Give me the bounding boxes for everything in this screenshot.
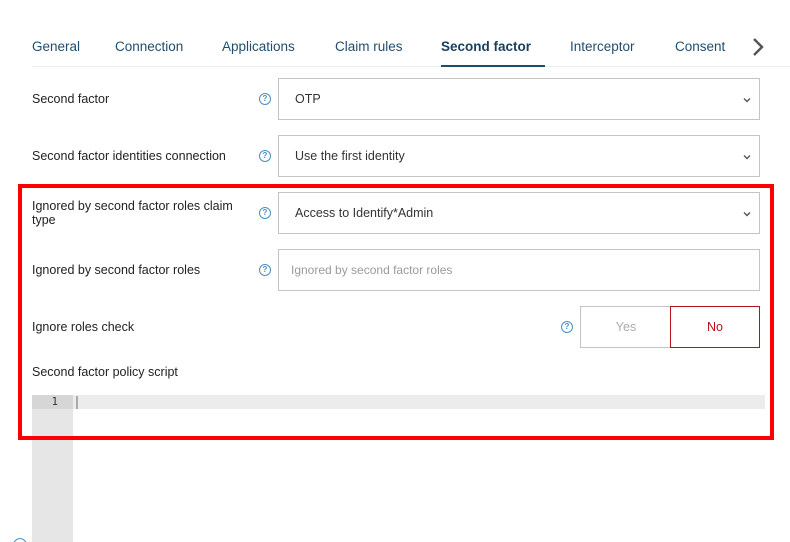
tab-connection[interactable]: Connection [115,39,183,54]
ignore-roles-check-toggle: Yes No [580,306,760,348]
tab-claim-rules[interactable]: Claim rules [335,39,403,54]
tab-second-factor[interactable]: Second factor [441,39,546,67]
line-number: 1 [51,396,58,408]
ignore-roles-check-label: Ignore roles check [32,320,135,334]
editor-active-line [73,395,765,409]
tab-bar: General Connection Applications Claim ru… [32,27,790,67]
policy-script-label: Second factor policy script [32,365,178,379]
no-option[interactable]: No [670,306,760,348]
tab-consent[interactable]: Consent [675,39,725,54]
second-factor-select[interactable]: OTP [278,78,760,120]
tab-applications[interactable]: Applications [222,39,295,54]
second-factor-label: Second factor [32,92,110,106]
identities-connection-label: Second factor identities connection [32,149,226,163]
tab-interceptor[interactable]: Interceptor [570,39,635,54]
ignored-roles-label: Ignored by second factor roles [32,263,201,277]
chevron-right-icon [753,38,764,56]
identities-connection-value: Use the first identity [295,149,405,163]
text-cursor [76,396,78,409]
roles-claim-type-select[interactable]: Access to Identify*Admin [278,192,760,234]
help-icon[interactable]: ? [561,321,573,333]
tab-general[interactable]: General [32,39,80,54]
chevron-down-icon [743,212,751,217]
policy-script-editor[interactable]: 1 [32,395,765,542]
editor-gutter [32,395,73,542]
identities-connection-select[interactable]: Use the first identity [278,135,760,177]
chevron-down-icon [743,98,751,103]
chevron-down-icon [743,155,751,160]
roles-claim-type-value: Access to Identify*Admin [295,206,434,220]
ignored-roles-placeholder: Ignored by second factor roles [291,263,453,277]
help-icon[interactable]: ? [259,150,271,162]
yes-option[interactable]: Yes [580,306,671,348]
tabs-next-button[interactable] [748,35,768,59]
ignored-roles-input[interactable]: Ignored by second factor roles [278,249,760,291]
help-icon[interactable]: ? [259,264,271,276]
help-icon[interactable]: ? [259,93,271,105]
scroll-up-icon[interactable] [13,537,27,542]
roles-claim-type-label: Ignored by second factor roles claim typ… [32,199,233,227]
second-factor-value: OTP [295,92,321,106]
help-icon[interactable]: ? [259,207,271,219]
